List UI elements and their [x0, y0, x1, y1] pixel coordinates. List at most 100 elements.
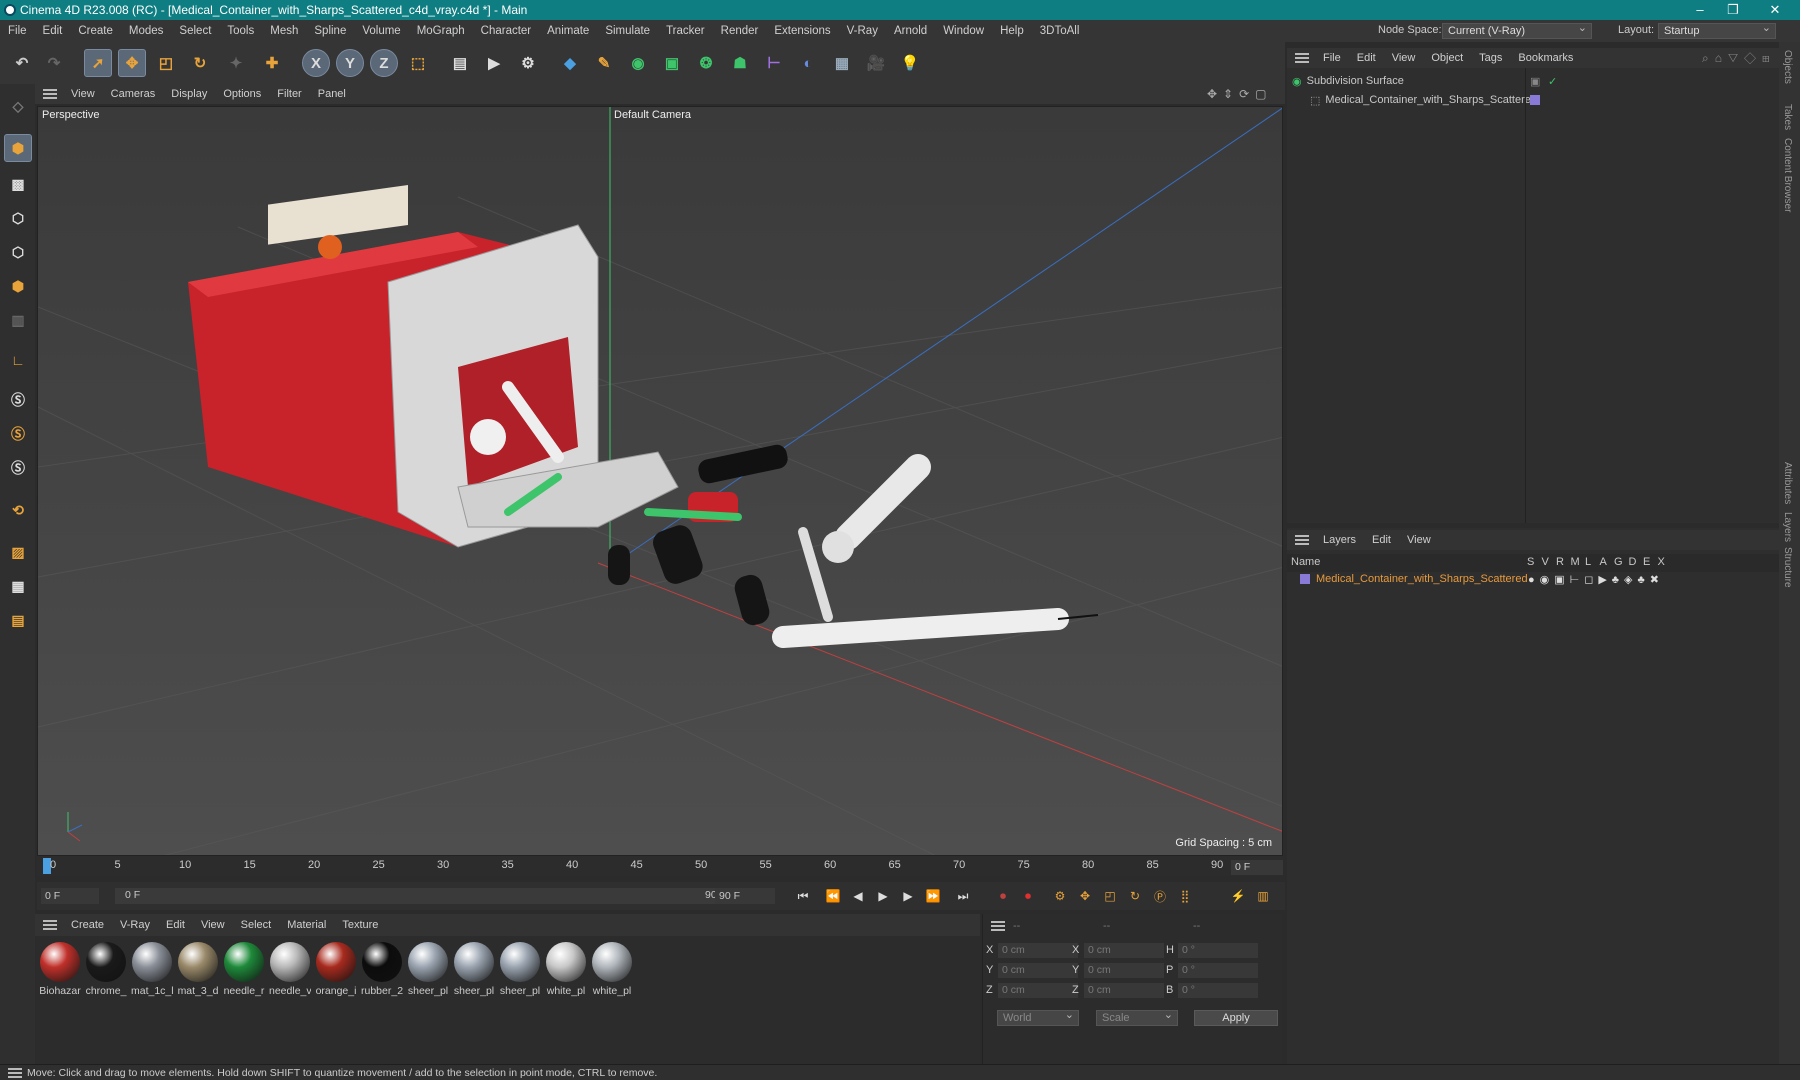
- timeline-ruler[interactable]: 0 5 10 15 20 25 30 35 40 45 50 55 60 65 70 75 80 85 90: [37, 856, 1283, 876]
- scale-tool-icon[interactable]: ◰: [152, 49, 180, 77]
- world-coordinates-icon[interactable]: ⬚: [404, 49, 432, 77]
- frame-range-slider[interactable]: [115, 888, 737, 904]
- field-icon[interactable]: ◐: [794, 49, 822, 77]
- workplane-icon[interactable]: ▨: [4, 538, 32, 566]
- menu-file[interactable]: File: [0, 25, 35, 37]
- end-frame-field[interactable]: 90 F: [715, 888, 775, 904]
- objects-menu-view[interactable]: View: [1384, 52, 1424, 64]
- record-icon[interactable]: ⏺: [992, 886, 1014, 906]
- menu-extensions[interactable]: Extensions: [766, 25, 838, 37]
- pen-icon[interactable]: ✎: [590, 49, 618, 77]
- go-to-end-icon[interactable]: ⏭: [952, 886, 974, 906]
- key-scale-icon[interactable]: ◰: [1099, 886, 1121, 906]
- coord-value-field[interactable]: 0 cm: [998, 943, 1078, 958]
- viewport-menu-cameras[interactable]: Cameras: [103, 88, 164, 100]
- coordinate-icon[interactable]: ✚: [258, 49, 286, 77]
- autokey-icon[interactable]: ⏺: [1017, 886, 1039, 906]
- menu-tracker[interactable]: Tracker: [658, 25, 713, 37]
- coordinates-menu-icon[interactable]: [991, 921, 1005, 931]
- uv-mode-icon[interactable]: ▥: [4, 306, 32, 334]
- menu-mesh[interactable]: Mesh: [262, 25, 306, 37]
- minimize-button[interactable]: –: [1685, 0, 1715, 20]
- material-swatch[interactable]: sheer_pl: [499, 942, 541, 997]
- menu-character[interactable]: Character: [473, 25, 540, 37]
- key-parameter-icon[interactable]: Ⓟ: [1149, 886, 1171, 906]
- menu-spline[interactable]: Spline: [306, 25, 354, 37]
- deformer-icon[interactable]: ⊢: [760, 49, 788, 77]
- side-tab[interactable]: Objects: [1782, 50, 1793, 84]
- objects-menu-file[interactable]: File: [1315, 52, 1349, 64]
- layer-column-header[interactable]: A: [1600, 556, 1607, 568]
- coord-value-field[interactable]: 0 °: [1178, 963, 1258, 978]
- keyframe-selection-icon[interactable]: ⚙: [1049, 886, 1071, 906]
- side-tab[interactable]: Structure: [1782, 547, 1793, 588]
- objects-search-icons[interactable]: ⌕⌂▽◇⊞: [1702, 51, 1776, 66]
- 3d-viewport[interactable]: Perspective Default Camera Grid Spacing …: [37, 106, 1283, 856]
- objects-menu-bookmarks[interactable]: Bookmarks: [1510, 52, 1581, 64]
- material-menu-edit[interactable]: Edit: [158, 919, 193, 931]
- status-menu-icon[interactable]: [8, 1068, 22, 1078]
- coord-value-field[interactable]: 0 cm: [998, 963, 1078, 978]
- edges-mode-icon[interactable]: ⬡: [4, 238, 32, 266]
- layer-toggle-icons[interactable]: ●◉▣⊢◻▶♣◈♣✖: [1528, 573, 1664, 586]
- layer-column-header[interactable]: G: [1614, 556, 1623, 568]
- key-rotation-icon[interactable]: ↻: [1124, 886, 1146, 906]
- polygons-mode-icon[interactable]: ⬢: [4, 272, 32, 300]
- menu-vray[interactable]: V-Ray: [839, 25, 886, 37]
- move-tool-icon[interactable]: ✥: [118, 49, 146, 77]
- layer-column-header[interactable]: M: [1571, 556, 1580, 568]
- menu-render[interactable]: Render: [713, 25, 767, 37]
- render-settings-icon[interactable]: ⚙: [514, 49, 542, 77]
- next-frame-icon[interactable]: ▶: [897, 886, 919, 906]
- layer-color-swatch[interactable]: [1300, 574, 1310, 584]
- play-icon[interactable]: ▶: [872, 886, 894, 906]
- layers-menu-icon[interactable]: [1295, 535, 1309, 545]
- coord-value-field[interactable]: 0 °: [1178, 983, 1258, 998]
- coord-value-field[interactable]: 0 cm: [998, 983, 1078, 998]
- menu-edit[interactable]: Edit: [35, 25, 71, 37]
- coord-value-field[interactable]: 0 °: [1178, 943, 1258, 958]
- objects-menu-tags[interactable]: Tags: [1471, 52, 1510, 64]
- material-menu-create[interactable]: Create: [63, 919, 112, 931]
- rotate-tool-icon[interactable]: ↻: [186, 49, 214, 77]
- material-swatch[interactable]: orange_i: [315, 942, 357, 997]
- viewport-menu-view[interactable]: View: [63, 88, 103, 100]
- texture-mode-icon[interactable]: ▩: [4, 170, 32, 198]
- undo-icon[interactable]: ↶: [8, 49, 36, 77]
- floor-icon[interactable]: ▦: [828, 49, 856, 77]
- x-axis-icon[interactable]: X: [302, 49, 330, 77]
- material-menu-icon[interactable]: [43, 920, 57, 930]
- select-tool-icon[interactable]: ➚: [84, 49, 112, 77]
- material-swatch[interactable]: needle_r: [223, 942, 265, 997]
- object-row-subdivision[interactable]: ◉ Subdivision Surface ▣ ✓: [1290, 72, 1770, 90]
- material-swatch[interactable]: chrome_: [85, 942, 127, 997]
- next-key-icon[interactable]: ⏩: [922, 886, 944, 906]
- grid-snap-icon[interactable]: ▦: [4, 572, 32, 600]
- layer-color-swatch[interactable]: [1530, 95, 1540, 105]
- layer-column-header[interactable]: V: [1542, 556, 1549, 568]
- render-view-icon[interactable]: ▶: [480, 49, 508, 77]
- render-region-icon[interactable]: ▤: [446, 49, 474, 77]
- layers-menu-edit[interactable]: Edit: [1364, 534, 1399, 546]
- material-swatch[interactable]: sheer_pl: [453, 942, 495, 997]
- camera-icon[interactable]: 🎥: [862, 49, 890, 77]
- layer-column-header[interactable]: X: [1658, 556, 1665, 568]
- layer-column-header[interactable]: R: [1556, 556, 1564, 568]
- quantize-icon[interactable]: Ⓢ: [4, 454, 32, 482]
- mograph-icon[interactable]: ❂: [692, 49, 720, 77]
- previous-frame-icon[interactable]: ◀: [847, 886, 869, 906]
- coord-value-field[interactable]: 0 cm: [1084, 963, 1164, 978]
- material-swatch[interactable]: needle_v: [269, 942, 311, 997]
- layers-menu-view[interactable]: View: [1399, 534, 1439, 546]
- layer-column-header[interactable]: D: [1629, 556, 1637, 568]
- layers-menu-layers[interactable]: Layers: [1315, 534, 1364, 546]
- material-menu-material[interactable]: Material: [279, 919, 334, 931]
- camera-name[interactable]: Default Camera: [614, 109, 691, 121]
- cloner-icon[interactable]: ☗: [726, 49, 754, 77]
- make-editable-icon[interactable]: ◇: [4, 92, 32, 120]
- side-tab[interactable]: Takes: [1782, 104, 1793, 130]
- timeline-end-field[interactable]: 0 F: [1231, 860, 1283, 875]
- cube-icon[interactable]: ◆: [556, 49, 584, 77]
- material-swatch[interactable]: mat_1c_l: [131, 942, 173, 997]
- viewport-menu-display[interactable]: Display: [163, 88, 215, 100]
